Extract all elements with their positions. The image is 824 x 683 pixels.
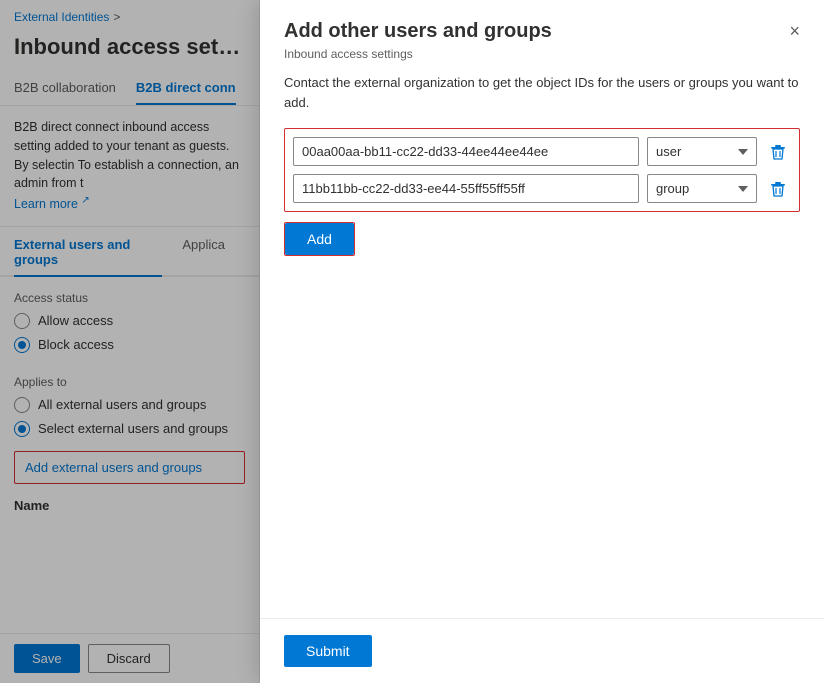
entries-box: user group user g bbox=[284, 128, 800, 212]
modal-subtitle: Inbound access settings bbox=[260, 47, 824, 73]
modal-description: Contact the external organization to get… bbox=[260, 73, 824, 128]
entry-row-1: user group bbox=[293, 137, 791, 166]
entry-input-1[interactable] bbox=[293, 137, 639, 166]
delete-entry-2-button[interactable] bbox=[765, 176, 791, 202]
modal-footer: Submit bbox=[260, 618, 824, 683]
entry-row-2: user group bbox=[293, 174, 791, 203]
modal-title: Add other users and groups bbox=[284, 20, 552, 43]
add-row-box: Add bbox=[284, 222, 355, 256]
modal-close-button[interactable]: × bbox=[789, 22, 800, 40]
submit-button[interactable]: Submit bbox=[284, 635, 372, 667]
trash-icon bbox=[769, 143, 787, 161]
add-entry-button[interactable]: Add bbox=[285, 223, 354, 255]
entry-type-select-2[interactable]: user group bbox=[647, 174, 757, 203]
modal-header: Add other users and groups × bbox=[260, 0, 824, 47]
delete-entry-1-button[interactable] bbox=[765, 139, 791, 165]
trash-icon-2 bbox=[769, 180, 787, 198]
entry-type-select-1[interactable]: user group bbox=[647, 137, 757, 166]
entry-input-2[interactable] bbox=[293, 174, 639, 203]
modal-body: user group user g bbox=[260, 128, 824, 618]
modal-panel: Add other users and groups × Inbound acc… bbox=[260, 0, 824, 683]
